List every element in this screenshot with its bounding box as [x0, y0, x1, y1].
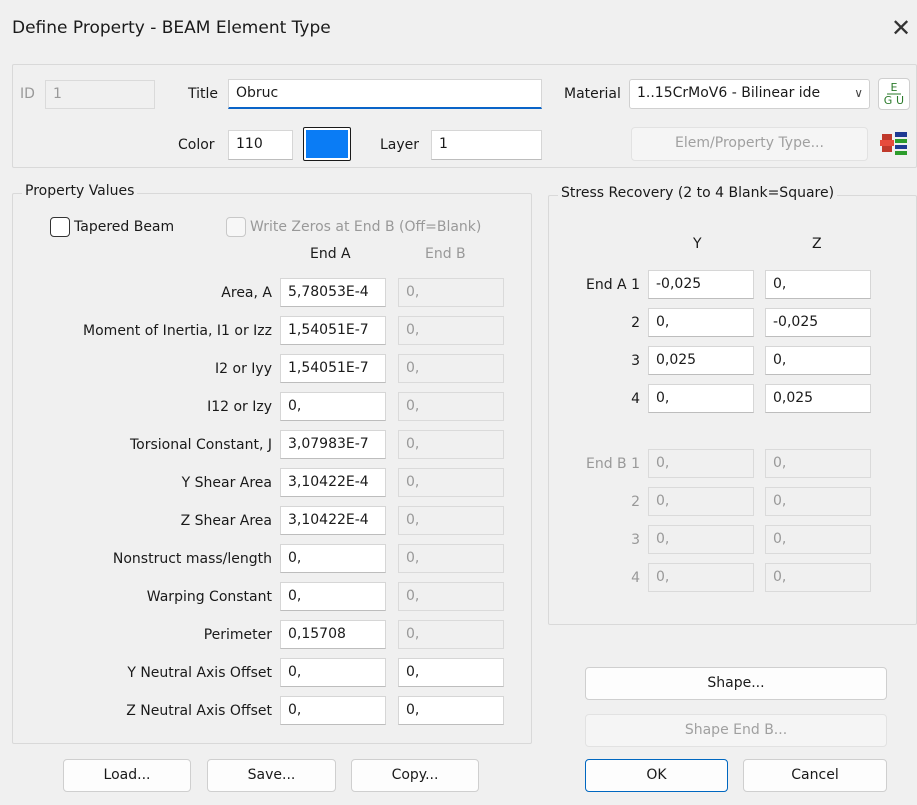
color-label: Color: [178, 137, 215, 153]
property-row-label: I2 or Iyy: [215, 361, 272, 377]
stress-end-a-z-input[interactable]: 0,: [765, 270, 871, 299]
property-row-label: Y Shear Area: [181, 475, 272, 491]
title-label: Title: [188, 86, 219, 102]
property-end-b-input[interactable]: 0,: [398, 506, 504, 535]
stress-end-a-row-label: 3: [631, 353, 640, 369]
id-label: ID: [20, 86, 35, 102]
stress-end-b-row-label: 4: [631, 570, 640, 586]
stress-end-a-z-input[interactable]: -0,025: [765, 308, 871, 337]
stress-end-b-y-input[interactable]: 0,: [648, 487, 754, 516]
property-row-label: Torsional Constant, J: [129, 437, 272, 453]
property-end-a-input[interactable]: 0,: [280, 696, 386, 725]
stress-end-b-z-input[interactable]: 0,: [765, 449, 871, 478]
chevron-down-icon: ∨: [854, 86, 863, 100]
svg-text:U: U: [896, 94, 904, 107]
dialog-title: Define Property - BEAM Element Type: [12, 18, 331, 38]
layer-label: Layer: [380, 137, 420, 153]
property-row-label: Warping Constant: [146, 589, 272, 605]
svg-text:G: G: [884, 94, 893, 107]
stress-end-b-y-input[interactable]: 0,: [648, 525, 754, 554]
color-swatch-button[interactable]: [303, 127, 351, 161]
id-field: 1: [45, 80, 155, 109]
tapered-beam-checkbox[interactable]: [50, 217, 70, 237]
end-b-header: End B: [425, 246, 466, 262]
stress-end-a-y-input[interactable]: 0,: [648, 384, 754, 413]
stress-end-b-z-input[interactable]: 0,: [765, 525, 871, 554]
egu-icon[interactable]: E G U: [878, 78, 910, 110]
property-end-a-input[interactable]: 0,: [280, 544, 386, 573]
stress-end-a-row-label: End A 1: [586, 277, 640, 293]
stress-end-b-y-input[interactable]: 0,: [648, 449, 754, 478]
y-header: Y: [693, 236, 702, 252]
property-end-a-input[interactable]: 1,54051E-7: [280, 354, 386, 383]
property-row-label: Z Neutral Axis Offset: [126, 703, 272, 719]
property-end-b-input[interactable]: 0,: [398, 696, 504, 725]
stress-end-a-y-input[interactable]: 0,: [648, 308, 754, 337]
stress-end-b-row-label: 2: [631, 494, 640, 510]
property-end-b-input[interactable]: 0,: [398, 658, 504, 687]
color-input[interactable]: 110: [228, 130, 293, 160]
property-row-label: Moment of Inertia, I1 or Izz: [83, 323, 272, 339]
property-end-a-input[interactable]: 0,15708: [280, 620, 386, 649]
property-end-a-input[interactable]: 0,: [280, 582, 386, 611]
material-value: 1..15CrMoV6 - Bilinear idе: [637, 85, 821, 101]
property-end-a-input[interactable]: 3,10422E-4: [280, 468, 386, 497]
stress-recovery-legend: Stress Recovery (2 to 4 Blank=Square): [558, 185, 838, 201]
property-end-b-input[interactable]: 0,: [398, 316, 504, 345]
property-row-label: Nonstruct mass/length: [112, 551, 272, 567]
cancel-button[interactable]: Cancel: [743, 759, 887, 792]
stress-end-b-z-input[interactable]: 0,: [765, 487, 871, 516]
svg-text:E: E: [891, 81, 898, 94]
z-header: Z: [812, 236, 822, 252]
stress-end-b-z-input[interactable]: 0,: [765, 563, 871, 592]
copy-button[interactable]: Copy...: [351, 759, 479, 792]
property-end-b-input[interactable]: 0,: [398, 430, 504, 459]
property-end-b-input[interactable]: 0,: [398, 582, 504, 611]
layer-input[interactable]: 1: [431, 130, 542, 160]
stress-end-a-y-input[interactable]: 0,025: [648, 346, 754, 375]
end-a-header: End A: [310, 246, 351, 262]
stress-end-a-row-label: 2: [631, 315, 640, 331]
elem-property-type-button[interactable]: Elem/Property Type...: [631, 127, 868, 161]
property-row-label: Z Shear Area: [180, 513, 272, 529]
property-row-label: I12 or Izy: [207, 399, 272, 415]
shape-button[interactable]: Shape...: [585, 667, 887, 700]
material-select[interactable]: 1..15CrMoV6 - Bilinear idе ∨: [629, 79, 870, 109]
stress-end-a-z-input[interactable]: 0,: [765, 346, 871, 375]
property-row-label: Area, A: [221, 285, 272, 301]
property-end-a-input[interactable]: 1,54051E-7: [280, 316, 386, 345]
stress-end-a-y-input[interactable]: -0,025: [648, 270, 754, 299]
ok-button[interactable]: OK: [585, 759, 728, 792]
title-input[interactable]: Obruc: [228, 79, 542, 109]
load-button[interactable]: Load...: [63, 759, 191, 792]
property-end-a-input[interactable]: 0,: [280, 658, 386, 687]
property-end-a-input[interactable]: 0,: [280, 392, 386, 421]
property-row-label: Perimeter: [203, 627, 272, 643]
stress-end-b-row-label: End B 1: [585, 456, 640, 472]
close-icon[interactable]: ✕: [890, 14, 912, 42]
property-end-b-input[interactable]: 0,: [398, 278, 504, 307]
stress-end-b-row-label: 3: [631, 532, 640, 548]
property-end-b-input[interactable]: 0,: [398, 544, 504, 573]
property-end-b-input[interactable]: 0,: [398, 354, 504, 383]
stress-end-b-y-input[interactable]: 0,: [648, 563, 754, 592]
save-button[interactable]: Save...: [207, 759, 336, 792]
tapered-beam-label: Tapered Beam: [74, 219, 175, 235]
property-end-a-input[interactable]: 5,78053E-4: [280, 278, 386, 307]
property-end-b-input[interactable]: 0,: [398, 468, 504, 497]
property-end-b-input[interactable]: 0,: [398, 392, 504, 421]
stress-end-a-row-label: 4: [631, 391, 640, 407]
beam-element-icon[interactable]: [878, 126, 910, 160]
stress-end-a-z-input[interactable]: 0,025: [765, 384, 871, 413]
write-zeros-label: Write Zeros at End B (Off=Blank): [250, 219, 482, 235]
property-values-legend: Property Values: [22, 183, 138, 199]
material-label: Material: [564, 86, 621, 102]
property-end-b-input[interactable]: 0,: [398, 620, 504, 649]
shape-end-b-button[interactable]: Shape End B...: [585, 714, 887, 747]
property-row-label: Y Neutral Axis Offset: [127, 665, 272, 681]
property-end-a-input[interactable]: 3,10422E-4: [280, 506, 386, 535]
write-zeros-checkbox[interactable]: [226, 217, 246, 237]
property-end-a-input[interactable]: 3,07983E-7: [280, 430, 386, 459]
